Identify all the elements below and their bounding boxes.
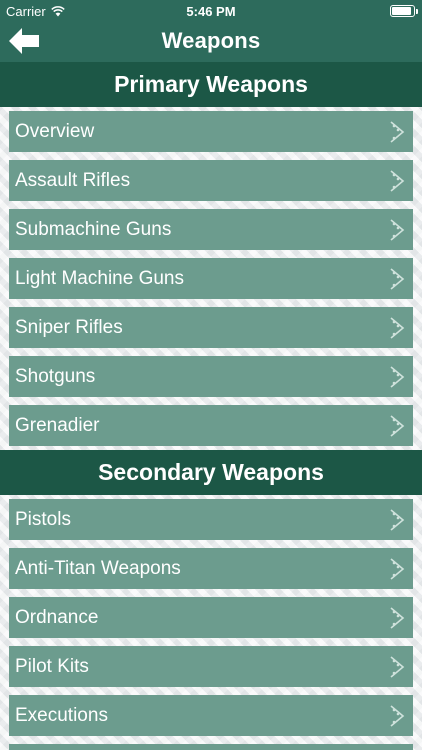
section-header-primary: Primary Weapons — [0, 62, 422, 107]
list-item-light-machine-guns[interactable]: Light Machine Guns — [9, 258, 413, 299]
list-item-pistols[interactable]: Pistols — [9, 499, 413, 540]
list-item-label: Pilot Kits — [15, 656, 89, 677]
section-header-secondary: Secondary Weapons — [0, 450, 422, 495]
list-item-label: Anti-Titan Weapons — [15, 558, 181, 579]
list-item-assault-rifles[interactable]: Assault Rifles — [9, 160, 413, 201]
chevron-right-icon — [390, 121, 405, 143]
page-title: Weapons — [161, 28, 261, 53]
chevron-right-icon — [390, 366, 405, 388]
chevron-right-icon — [390, 415, 405, 437]
list-item-label: Overview — [15, 121, 95, 142]
chevron-right-icon — [390, 705, 405, 727]
list-item-grenadier[interactable]: Grenadier — [9, 405, 413, 446]
list-item-anti-titan-weapons[interactable]: Anti-Titan Weapons — [9, 548, 413, 589]
list-item-ordnance[interactable]: Ordnance — [9, 597, 413, 638]
list-item-label: Submachine Guns — [15, 219, 172, 240]
chevron-right-icon — [390, 509, 405, 531]
nav-bar: Weapons — [0, 22, 422, 62]
list-item-label: Grenadier — [15, 415, 100, 436]
list-item-partial[interactable] — [9, 744, 413, 750]
status-bar: Carrier 5:46 PM — [0, 0, 422, 22]
status-time: 5:46 PM — [186, 4, 236, 19]
list-item-pilot-kits[interactable]: Pilot Kits — [9, 646, 413, 687]
list-item-label: Sniper Rifles — [15, 317, 123, 338]
list-item-executions[interactable]: Executions — [9, 695, 413, 736]
list-item-label: Light Machine Guns — [15, 268, 184, 289]
list-item-shotguns[interactable]: Shotguns — [9, 356, 413, 397]
list-item-label: Ordnance — [15, 607, 99, 628]
list-item-label: Executions — [15, 705, 108, 726]
chevron-right-icon — [390, 268, 405, 290]
list-item-submachine-guns[interactable]: Submachine Guns — [9, 209, 413, 250]
battery-icon — [390, 5, 418, 17]
list-item-sniper-rifles[interactable]: Sniper Rifles — [9, 307, 413, 348]
top-bar: Carrier 5:46 PM Weapons — [0, 0, 422, 62]
chevron-right-icon — [390, 607, 405, 629]
list-item-label: Shotguns — [15, 366, 96, 387]
chevron-right-icon — [390, 219, 405, 241]
chevron-right-icon — [390, 558, 405, 580]
list-item-label: Assault Rifles — [15, 170, 131, 191]
chevron-right-icon — [390, 317, 405, 339]
list-item-label: Pistols — [15, 509, 71, 530]
list-item-overview[interactable]: Overview — [9, 111, 413, 152]
chevron-right-icon — [390, 170, 405, 192]
chevron-right-icon — [390, 656, 405, 678]
